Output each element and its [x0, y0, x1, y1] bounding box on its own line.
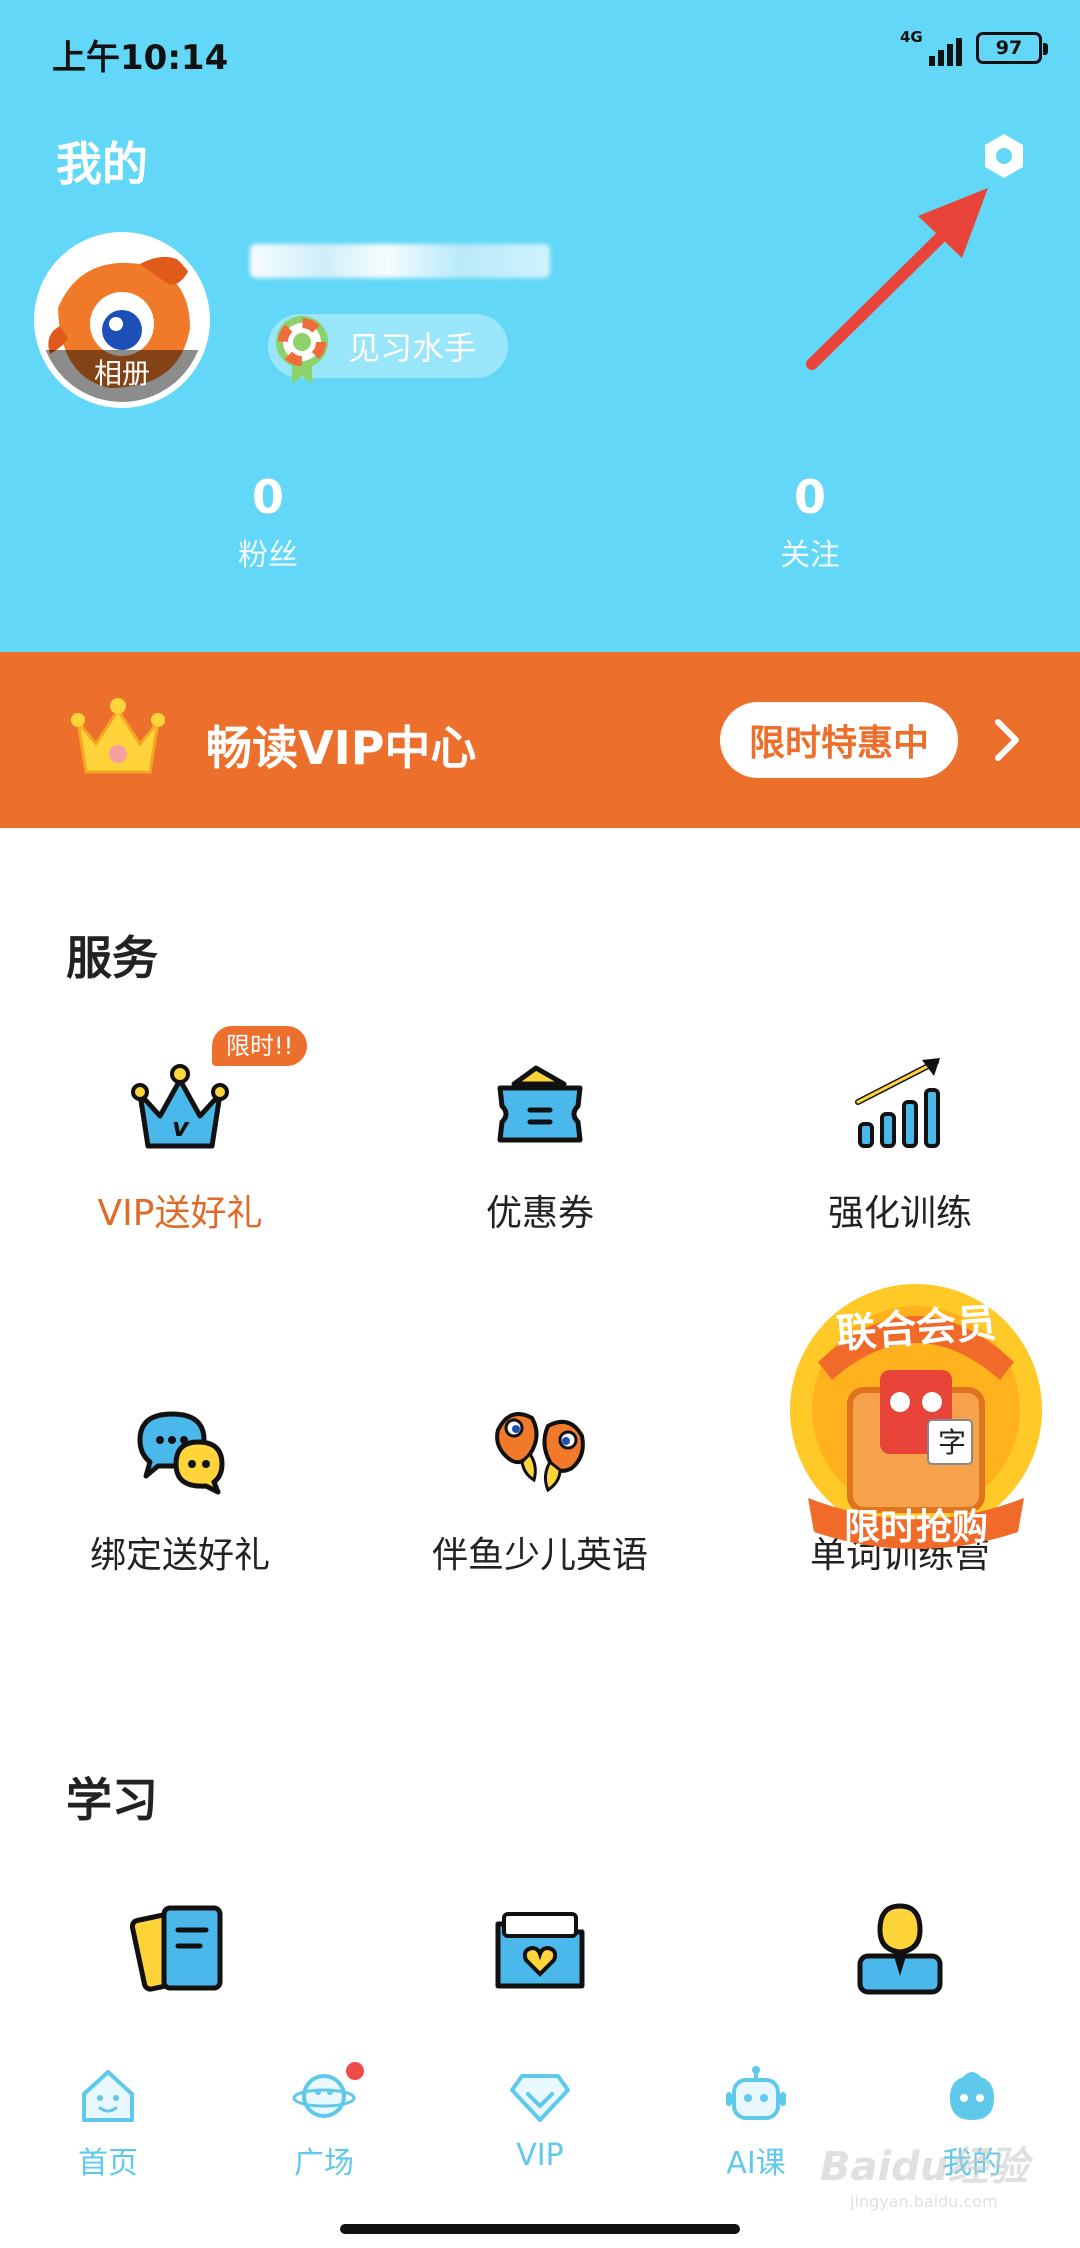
level-badge[interactable]: 见习水手 [268, 314, 509, 384]
study-section-title: 学习 [66, 1773, 158, 1827]
joint-member-subtitle: 限时抢购 [843, 1507, 988, 1548]
joint-member-badge[interactable]: 字 联合会员 限时抢购 [788, 1270, 1044, 1560]
avatar[interactable]: 相册 [34, 232, 210, 408]
teacher-icon [857, 1903, 943, 1995]
diamond-icon [510, 2074, 570, 2122]
fans-stat[interactable]: 0 粉丝 [188, 470, 348, 574]
bar-chart-icon [855, 1058, 940, 1148]
fish-icon [495, 1412, 585, 1493]
home-indicator[interactable] [340, 2224, 740, 2234]
tab-mine[interactable]: 我的 [864, 2064, 1080, 2184]
limited-offer-button[interactable]: 限时特惠中 [720, 702, 958, 778]
status-time: 上午10:14 [52, 38, 229, 78]
tab-vip-label: VIP [516, 2138, 564, 2173]
battery-level: 97 [995, 37, 1023, 59]
service-bind-gift[interactable]: 绑定送好礼 [0, 1396, 360, 1626]
fans-label: 粉丝 [238, 538, 298, 573]
notification-dot [346, 2062, 364, 2080]
gear-icon [985, 134, 1023, 178]
service-kids-english-label: 伴鱼少儿英语 [431, 1535, 648, 1576]
status-bar: 上午10:14 4G 97 [0, 0, 1080, 100]
network-type: 4G [900, 28, 923, 46]
service-bind-gift-label: 绑定送好礼 [89, 1535, 270, 1576]
study-item-teacher[interactable] [720, 1900, 1080, 2000]
vip-center-banner[interactable]: 畅读VIP中心 限时特惠中 [0, 652, 1080, 828]
settings-button[interactable] [976, 128, 1032, 184]
service-vip-gift[interactable]: 限时!! v VIP送好礼 [0, 1026, 360, 1284]
service-kids-english[interactable]: 伴鱼少儿英语 [360, 1396, 720, 1626]
following-stat[interactable]: 0 关注 [730, 470, 890, 574]
tab-square[interactable]: 广场 [216, 2062, 432, 2184]
tab-ai-course[interactable]: AI课 [648, 2064, 864, 2184]
lifebuoy-icon [276, 316, 328, 384]
coupon-icon [497, 1065, 583, 1143]
service-vip-gift-label: VIP送好礼 [97, 1193, 263, 1234]
tab-square-label: 广场 [294, 2146, 354, 2181]
status-icons: 4G 97 [898, 28, 1048, 68]
tab-ai-course-label: AI课 [726, 2146, 786, 2181]
chat-bubbles-icon [137, 1411, 225, 1495]
chevron-right-icon [995, 719, 1019, 761]
profile-icon [950, 2072, 994, 2120]
tab-home[interactable]: 首页 [0, 2064, 216, 2184]
page-title: 我的 [56, 137, 148, 191]
heart-folder-icon [495, 1912, 585, 1989]
following-label: 关注 [780, 538, 840, 573]
service-intensive-training[interactable]: 强化训练 [720, 1054, 1080, 1284]
fans-count: 0 [251, 470, 284, 524]
tab-mine-label: 我的 [942, 2146, 1002, 2181]
level-badge-label: 见习水手 [348, 329, 477, 367]
following-count: 0 [793, 470, 826, 524]
service-coupon[interactable]: 优惠券 [360, 1054, 720, 1284]
study-item-favorites[interactable] [360, 1900, 720, 2000]
service-intensive-training-label: 强化训练 [827, 1193, 972, 1234]
service-coupon-label: 优惠券 [485, 1193, 594, 1234]
tab-vip[interactable]: VIP [432, 2064, 648, 2184]
tab-home-label: 首页 [78, 2146, 138, 2181]
study-item-notebook[interactable] [0, 1900, 360, 2000]
services-section-title: 服务 [66, 931, 158, 985]
svg-text:v: v [172, 1113, 190, 1143]
profile-header: 上午10:14 4G 97 我的 相册 见习水手 0 粉丝 0 关注 [0, 0, 1080, 652]
notebook-icon [130, 1905, 223, 1992]
vip-center-title: 畅读VIP中心 [206, 721, 477, 775]
bottom-tab-bar: 首页 广场 VIP AI课 我的 [0, 2020, 1080, 2248]
username-blurred [250, 244, 550, 278]
robot-icon [726, 2066, 786, 2120]
vip-crown-icon: v [131, 1064, 229, 1149]
avatar-label: 相册 [40, 350, 204, 402]
home-icon [82, 2070, 134, 2122]
joint-member-glyph: 字 [938, 1426, 966, 1459]
battery-icon: 97 [976, 32, 1048, 64]
crown-icon [71, 698, 165, 774]
signal-icon: 4G [898, 28, 962, 68]
